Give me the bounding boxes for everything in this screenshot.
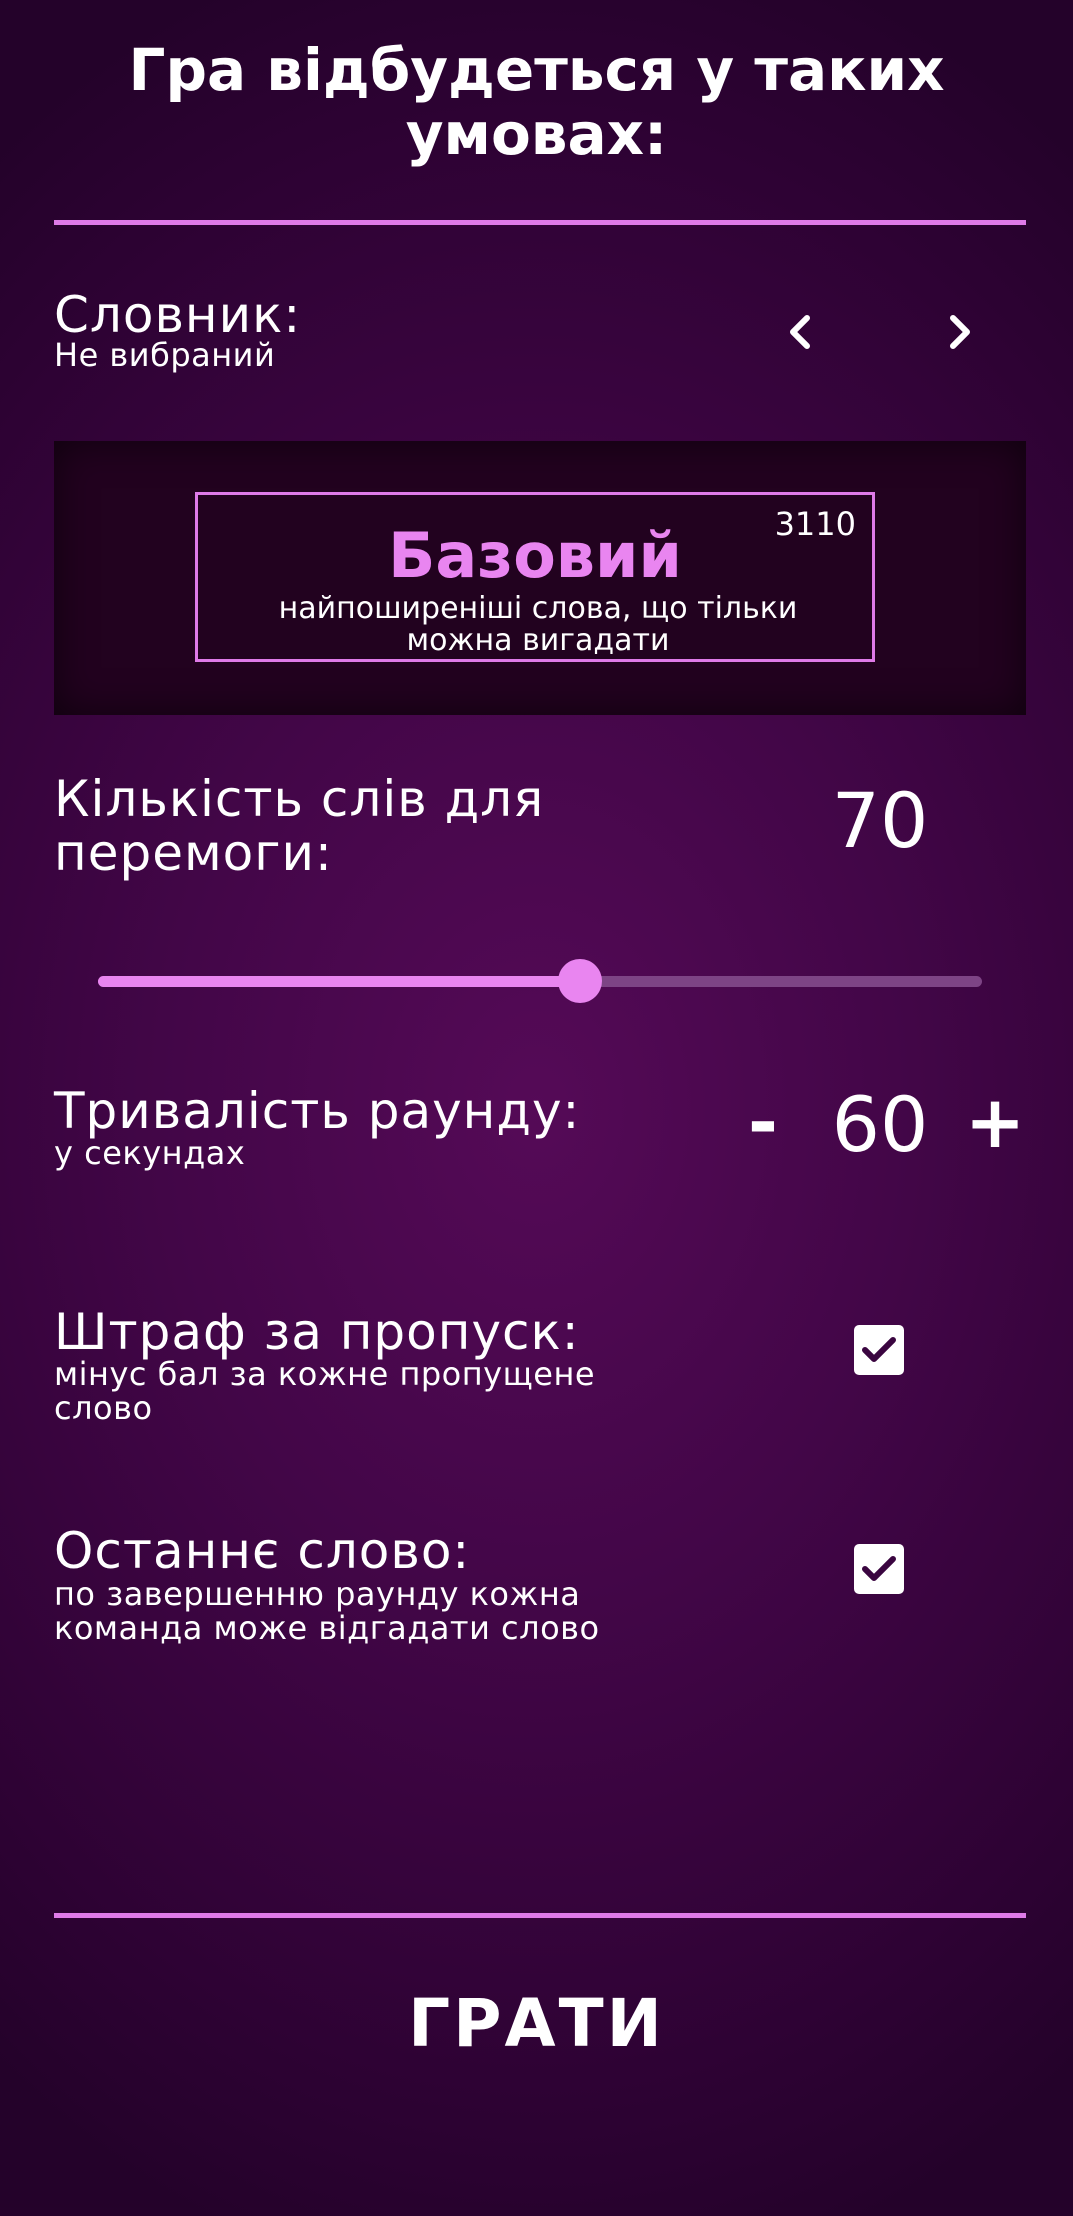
increase-duration-button[interactable]: + [960,1082,1030,1162]
words-to-win-slider[interactable] [98,959,982,1003]
next-dictionary-button[interactable] [930,302,990,362]
round-duration-value: 60 [831,1080,929,1169]
chevron-left-icon [790,315,810,349]
top-divider [54,220,1026,225]
words-to-win-label: Кількість слів для перемоги: [54,770,545,882]
play-button[interactable]: ГРАТИ [0,1985,1073,2062]
last-word-sublabel: по завершенню раунду кожна команда може … [54,1575,600,1647]
slider-fill [98,976,580,987]
chevron-right-icon [950,315,970,349]
dictionary-name: Базовий [388,519,682,592]
last-word-checkbox[interactable] [854,1544,904,1594]
checkmark-icon [862,1556,896,1581]
page-title: Гра відбудеться у таких умовах: [128,36,945,168]
dictionary-status: Не вибраний [54,336,276,374]
dictionary-label: Словник: [54,286,302,344]
decrease-duration-button[interactable]: - [728,1082,798,1162]
slider-thumb[interactable] [557,959,602,1003]
checkmark-icon [862,1337,896,1362]
skip-penalty-label: Штраф за пропуск: [54,1303,580,1361]
round-duration-label: Тривалість раунду: [54,1082,581,1140]
last-word-label: Останнє слово: [54,1522,471,1580]
skip-penalty-sublabel: мінус бал за кожне пропущене слово [54,1355,596,1427]
words-to-win-value: 70 [831,776,929,865]
dictionary-description: найпоширеніші слова, що тільки можна виг… [278,591,798,658]
prev-dictionary-button[interactable] [770,302,830,362]
round-duration-sublabel: у секундах [54,1134,246,1172]
bottom-divider [54,1913,1026,1918]
dictionary-card[interactable]: 3110 Базовий найпоширеніші слова, що тіл… [195,492,875,662]
skip-penalty-checkbox[interactable] [854,1325,904,1375]
